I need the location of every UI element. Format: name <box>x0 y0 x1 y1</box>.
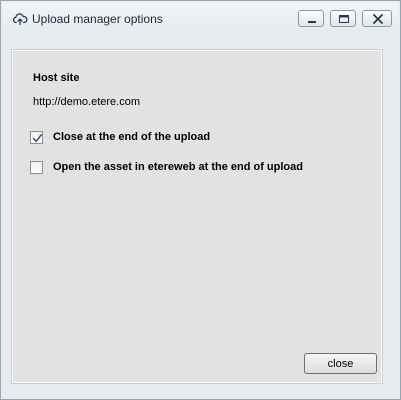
title-bar[interactable]: Upload manager options <box>2 2 399 35</box>
minimize-button[interactable] <box>298 10 324 27</box>
cloud-upload-icon <box>12 11 28 27</box>
close-at-end-label[interactable]: Close at the end of the upload <box>53 131 210 143</box>
window-title: Upload manager options <box>32 12 163 26</box>
host-site-label: Host site <box>33 72 80 84</box>
open-in-etereweb-label[interactable]: Open the asset in etereweb at the end of… <box>53 161 303 173</box>
upload-options-window: Upload manager options Host site http://… <box>0 0 401 400</box>
window-close-button[interactable] <box>362 10 392 27</box>
options-panel: Host site http://demo.etere.com Close at… <box>12 50 382 383</box>
maximize-icon <box>339 15 349 23</box>
maximize-button[interactable] <box>330 10 356 27</box>
minimize-icon <box>308 21 316 23</box>
close-at-end-checkbox[interactable] <box>30 131 43 144</box>
close-button[interactable]: close <box>304 353 377 374</box>
checkmark-icon <box>32 134 43 143</box>
open-in-etereweb-checkbox[interactable] <box>30 161 43 174</box>
close-icon <box>373 14 383 24</box>
host-site-url: http://demo.etere.com <box>33 96 140 108</box>
